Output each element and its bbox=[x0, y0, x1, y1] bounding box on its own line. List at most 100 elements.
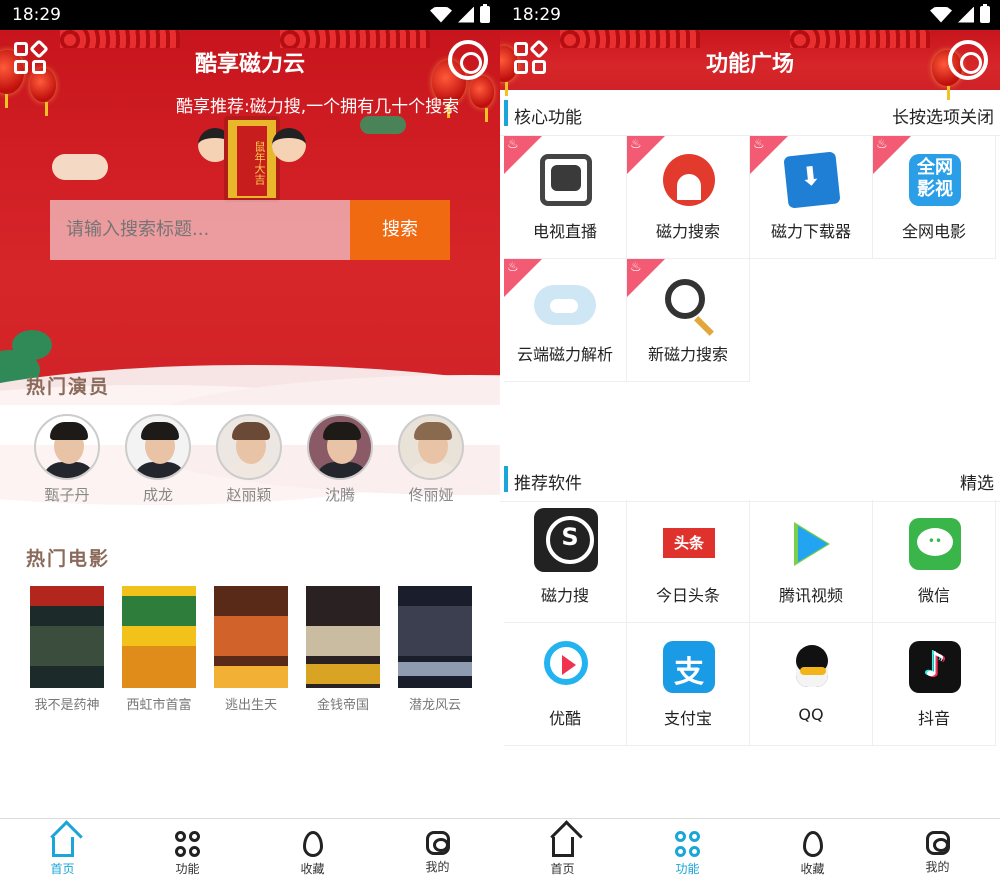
nav-favorites[interactable]: 收藏 bbox=[250, 819, 375, 888]
app-label: 微信 bbox=[917, 586, 950, 605]
page-title: 功能广场 bbox=[705, 52, 794, 77]
section-action[interactable]: 精选 bbox=[960, 469, 994, 494]
magnifier-icon bbox=[665, 279, 705, 319]
customer-service-icon[interactable] bbox=[448, 40, 488, 80]
app-item[interactable]: 磁力搜 bbox=[504, 500, 627, 623]
wifi-icon bbox=[430, 6, 452, 23]
nav-home[interactable]: 首页 bbox=[0, 819, 125, 888]
nav-function[interactable]: 功能 bbox=[625, 819, 750, 888]
nav-home[interactable]: 首页 bbox=[500, 819, 625, 888]
search-input[interactable] bbox=[50, 200, 350, 260]
page-title: 酷享磁力云 bbox=[194, 52, 305, 77]
movie-item[interactable]: 逃出生天 bbox=[214, 586, 288, 713]
status-bar: 18:29 bbox=[500, 0, 1000, 30]
nav-function[interactable]: 功能 bbox=[125, 819, 250, 888]
section-title: 核心功能 bbox=[514, 108, 582, 128]
customer-service-icon[interactable] bbox=[948, 40, 988, 80]
nav-favorites[interactable]: 收藏 bbox=[750, 819, 875, 888]
section-title-actors: 热门演员 bbox=[26, 376, 111, 398]
signal-icon bbox=[458, 6, 474, 23]
download-icon bbox=[783, 151, 841, 209]
movie-item[interactable]: 我不是药神 bbox=[30, 586, 104, 713]
movie-item[interactable]: 西虹市首富 bbox=[122, 586, 196, 713]
nav-label: 功能 bbox=[675, 862, 700, 876]
function-item[interactable]: 云端磁力解析 bbox=[504, 259, 627, 382]
nav-label: 收藏 bbox=[800, 862, 825, 876]
app-label: QQ bbox=[798, 705, 824, 724]
core-section-header: 核心功能 长按选项关闭 bbox=[500, 90, 1000, 136]
function-item[interactable]: 磁力下载器 bbox=[750, 136, 873, 259]
top-bar: 功能广场 bbox=[500, 30, 1000, 90]
top-bar: 酷享磁力云 bbox=[0, 30, 500, 90]
actor-item[interactable]: 成龙 bbox=[125, 414, 191, 505]
section-action[interactable]: 长按选项关闭 bbox=[892, 103, 994, 128]
app-item[interactable]: 今日头条 bbox=[627, 500, 750, 623]
app-label: 腾讯视频 bbox=[778, 586, 843, 605]
bottom-nav: 首页 功能 收藏 我的 bbox=[0, 818, 500, 888]
status-bar: 18:29 bbox=[0, 0, 500, 30]
actor-item[interactable]: 甄子丹 bbox=[34, 414, 100, 505]
nav-label: 收藏 bbox=[300, 862, 325, 876]
cloud-decoration bbox=[360, 116, 406, 134]
nav-profile[interactable]: 我的 bbox=[375, 819, 500, 888]
nav-label: 我的 bbox=[425, 860, 450, 874]
search-button[interactable]: 搜索 bbox=[350, 200, 450, 260]
movie-poster[interactable] bbox=[306, 586, 380, 688]
home-icon bbox=[551, 837, 574, 857]
actor-item[interactable]: 赵丽颖 bbox=[216, 414, 282, 505]
actor-name: 成龙 bbox=[142, 486, 173, 504]
function-item[interactable]: 新磁力搜索 bbox=[627, 259, 750, 382]
tv-icon bbox=[540, 154, 592, 206]
kid-figure bbox=[272, 128, 306, 162]
function-label: 全网电影 bbox=[901, 222, 966, 241]
actor-item[interactable]: 佟丽娅 bbox=[398, 414, 464, 505]
user-icon bbox=[425, 831, 450, 855]
movie-name: 我不是药神 bbox=[34, 698, 100, 713]
avatar[interactable] bbox=[216, 414, 282, 480]
hot-badge-icon bbox=[873, 136, 911, 174]
movie-item[interactable]: 金钱帝国 bbox=[306, 586, 380, 713]
section-title: 推荐软件 bbox=[514, 474, 582, 494]
wechat-app-icon bbox=[909, 518, 961, 570]
fire-icon bbox=[802, 831, 823, 857]
home-screen: 18:29 酷享磁力云 酷享推荐:磁力搜,一个拥有几十个搜索 鼠年大吉 搜索 bbox=[0, 0, 500, 888]
movie-item[interactable]: 潜龙风云 bbox=[398, 586, 472, 713]
avatar[interactable] bbox=[34, 414, 100, 480]
cloud-decoration bbox=[52, 154, 108, 180]
function-item[interactable]: 磁力搜索 bbox=[627, 136, 750, 259]
avatar[interactable] bbox=[307, 414, 373, 480]
function-item[interactable]: 全网 影视 全网电影 bbox=[873, 136, 996, 259]
hot-badge-icon bbox=[504, 136, 542, 174]
status-time: 18:29 bbox=[512, 5, 561, 25]
app-item[interactable]: 优酷 bbox=[504, 623, 627, 746]
movie-poster[interactable] bbox=[30, 586, 104, 688]
nav-label: 功能 bbox=[175, 862, 200, 876]
movie-poster[interactable] bbox=[214, 586, 288, 688]
movie-poster[interactable] bbox=[122, 586, 196, 688]
actor-name: 沈腾 bbox=[324, 486, 355, 504]
movie-name: 金钱帝国 bbox=[316, 698, 369, 713]
avatar[interactable] bbox=[125, 414, 191, 480]
cloud-icon bbox=[534, 285, 596, 325]
alipay-app-icon bbox=[663, 641, 715, 693]
function-icon bbox=[674, 831, 701, 857]
movie-name: 西虹市首富 bbox=[126, 698, 192, 713]
qq-app-icon bbox=[786, 641, 838, 693]
movie-name: 逃出生天 bbox=[224, 698, 277, 713]
nav-profile[interactable]: 我的 bbox=[875, 819, 1000, 888]
app-item[interactable]: 支付宝 bbox=[627, 623, 750, 746]
app-label: 支付宝 bbox=[663, 709, 712, 728]
new-year-mascot: 鼠年大吉 bbox=[198, 112, 306, 204]
avatar[interactable] bbox=[398, 414, 464, 480]
function-label: 云端磁力解析 bbox=[516, 345, 613, 364]
movie-poster[interactable] bbox=[398, 586, 472, 688]
app-item[interactable]: 抖音 bbox=[873, 623, 996, 746]
app-item[interactable]: QQ bbox=[750, 623, 873, 746]
function-label: 磁力下载器 bbox=[770, 222, 851, 241]
actor-name: 佟丽娅 bbox=[408, 486, 454, 504]
actor-item[interactable]: 沈腾 bbox=[307, 414, 373, 505]
function-item[interactable]: 电视直播 bbox=[504, 136, 627, 259]
function-label: 新磁力搜索 bbox=[647, 345, 728, 364]
app-item[interactable]: 腾讯视频 bbox=[750, 500, 873, 623]
app-item[interactable]: 微信 bbox=[873, 500, 996, 623]
